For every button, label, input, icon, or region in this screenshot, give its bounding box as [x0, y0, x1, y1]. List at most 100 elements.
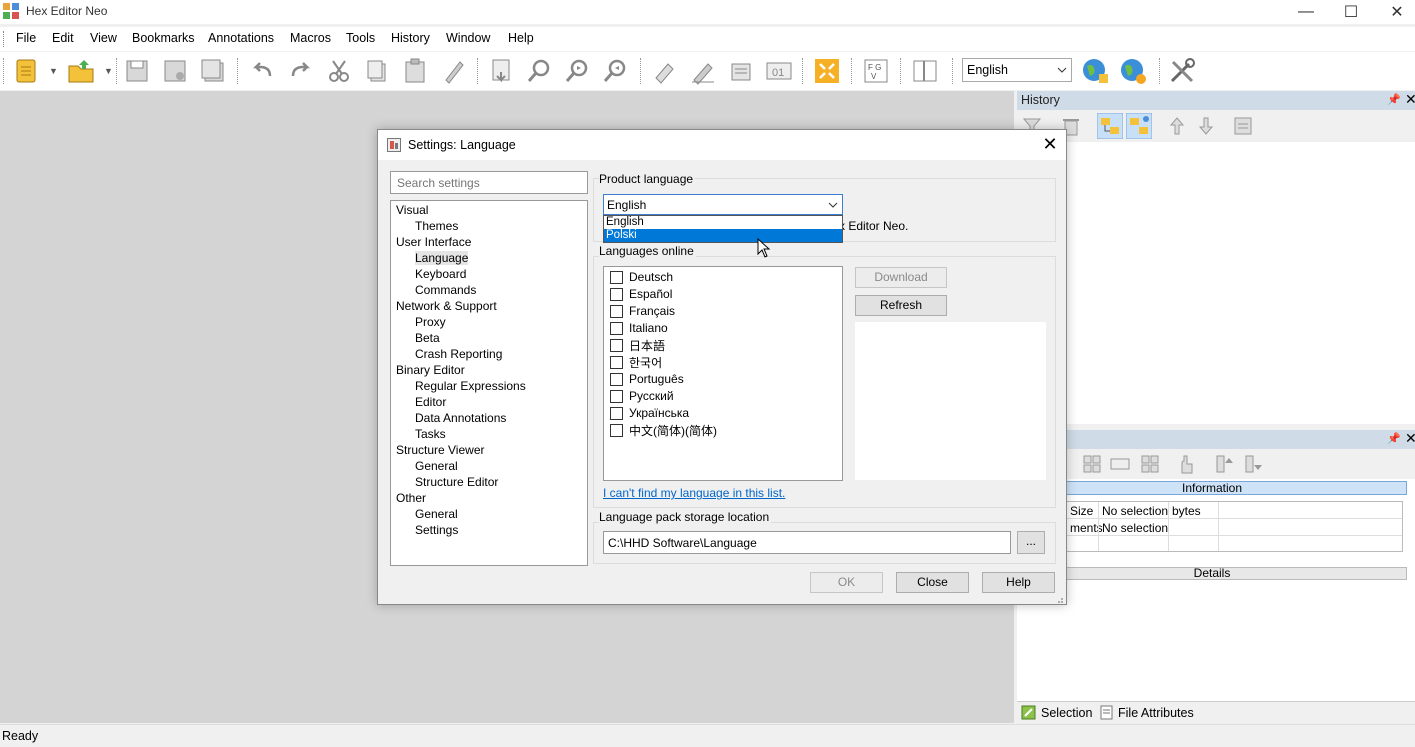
tree-item-visual[interactable]: Visual — [396, 203, 428, 217]
menu-tools[interactable]: Tools — [346, 31, 375, 45]
globe-add-icon[interactable] — [1080, 56, 1110, 86]
language-list-item[interactable]: 日本語 — [610, 337, 665, 353]
globe-download-icon[interactable] — [1118, 56, 1148, 86]
pin-icon[interactable]: 📌 — [1387, 93, 1401, 106]
history-settings-icon[interactable] — [1231, 114, 1255, 138]
language-checkbox[interactable] — [610, 270, 623, 284]
tree-item-structure-editor[interactable]: Structure Editor — [415, 475, 498, 489]
cant-find-language-link[interactable]: I can't find my language in this list. — [603, 486, 785, 500]
minimize-button[interactable]: — — [1283, 0, 1329, 24]
language-list-item[interactable]: Русский — [610, 388, 674, 404]
tree-item-structure-viewer[interactable]: Structure Viewer — [396, 443, 484, 457]
download-button[interactable]: Download — [855, 267, 947, 288]
refresh-button[interactable]: Refresh — [855, 295, 947, 316]
tree-item-user-interface[interactable]: User Interface — [396, 235, 471, 249]
fullscreen-icon[interactable] — [812, 56, 842, 86]
dropdown-option[interactable]: Polski — [604, 229, 842, 242]
tree-item-crash-reporting[interactable]: Crash Reporting — [415, 347, 502, 361]
language-checkbox[interactable] — [610, 355, 623, 369]
find-file-icon[interactable] — [487, 56, 517, 86]
grid-icon[interactable] — [1139, 453, 1161, 475]
new-file-icon[interactable] — [12, 56, 42, 86]
toolbar-language-select[interactable]: English — [962, 58, 1072, 82]
tree-item-language[interactable]: Language — [415, 251, 469, 265]
dropdown-option[interactable]: English — [604, 216, 842, 229]
tab-file-attributes[interactable]: File Attributes — [1118, 706, 1194, 720]
maximize-button[interactable]: ☐ — [1328, 0, 1374, 24]
move-up-icon[interactable] — [1165, 114, 1189, 138]
tree-item-regular-expressions[interactable]: Regular Expressions — [415, 379, 526, 393]
tree-item-proxy[interactable]: Proxy — [415, 315, 446, 329]
tree-item-editor[interactable]: Editor — [415, 395, 446, 409]
menu-window[interactable]: Window — [446, 31, 490, 45]
language-checkbox[interactable] — [610, 338, 623, 352]
goto-icon[interactable] — [650, 56, 680, 86]
branch-add-icon[interactable] — [1126, 113, 1152, 139]
fill-icon[interactable] — [438, 56, 468, 86]
move-down-icon[interactable] — [1243, 453, 1265, 475]
find-previous-icon[interactable] — [601, 56, 631, 86]
cut-icon[interactable] — [324, 56, 354, 86]
language-list-item[interactable]: Українська — [610, 405, 689, 421]
information-header[interactable]: Information — [1017, 481, 1407, 495]
redo-icon[interactable] — [285, 56, 315, 86]
save-icon[interactable] — [122, 56, 152, 86]
paste-icon[interactable] — [400, 56, 430, 86]
menu-history[interactable]: History — [391, 31, 430, 45]
details-header[interactable]: Details — [1017, 567, 1407, 580]
tree-item-keyboard[interactable]: Keyboard — [415, 267, 466, 281]
dialog-close-button[interactable]: ✕ — [1038, 134, 1062, 156]
menu-file[interactable]: File — [16, 31, 36, 45]
language-list-item[interactable]: Deutsch — [610, 269, 673, 285]
chevron-down-icon[interactable]: ▼ — [49, 66, 58, 76]
hand-icon[interactable] — [1175, 453, 1197, 475]
menu-help[interactable]: Help — [508, 31, 534, 45]
move-up-icon[interactable] — [1214, 453, 1236, 475]
branch-icon[interactable] — [1097, 113, 1123, 139]
move-down-icon[interactable] — [1194, 114, 1218, 138]
language-checkbox[interactable] — [610, 423, 623, 437]
tree-item-data-annotations[interactable]: Data Annotations — [415, 411, 506, 425]
split-view-icon[interactable] — [910, 56, 940, 86]
browse-button[interactable]: ... — [1017, 531, 1045, 554]
tree-item-binary-editor[interactable]: Binary Editor — [396, 363, 465, 377]
tab-selection[interactable]: Selection — [1041, 706, 1092, 720]
copy-icon[interactable] — [362, 56, 392, 86]
close-window-button[interactable]: ✕ — [1374, 0, 1415, 24]
language-list-item[interactable]: Français — [610, 303, 675, 319]
tree-item-network-support[interactable]: Network & Support — [396, 299, 497, 313]
settings-tools-icon[interactable] — [1167, 56, 1197, 86]
edit-icon[interactable] — [688, 56, 718, 86]
language-checkbox[interactable] — [610, 321, 623, 335]
tree-item-other[interactable]: Other — [396, 491, 426, 505]
tree-item-commands[interactable]: Commands — [415, 283, 476, 297]
language-list-item[interactable]: Italiano — [610, 320, 668, 336]
menu-view[interactable]: View — [90, 31, 117, 45]
language-checkbox[interactable] — [610, 389, 623, 403]
find-next-icon[interactable] — [563, 56, 593, 86]
close-button[interactable]: Close — [896, 572, 969, 593]
tree-item-tasks[interactable]: Tasks — [415, 427, 446, 441]
resize-grip-icon[interactable] — [1054, 594, 1064, 604]
tree-item-general[interactable]: General — [415, 507, 458, 521]
save-all-icon[interactable] — [198, 56, 228, 86]
language-checkbox[interactable] — [610, 304, 623, 318]
tree-item-beta[interactable]: Beta — [415, 331, 440, 345]
language-list-item[interactable]: 中文(简体)(简体) — [610, 422, 717, 438]
language-checkbox[interactable] — [610, 372, 623, 386]
search-settings-field[interactable] — [390, 171, 588, 194]
language-checkbox[interactable] — [610, 406, 623, 420]
language-list-item[interactable]: Português — [610, 371, 684, 387]
undo-icon[interactable] — [248, 56, 278, 86]
menu-bookmarks[interactable]: Bookmarks — [132, 31, 195, 45]
range-icon[interactable] — [1109, 453, 1131, 475]
open-file-icon[interactable] — [66, 56, 96, 86]
search-icon[interactable] — [525, 56, 555, 86]
ok-button[interactable]: OK — [810, 572, 883, 593]
save-as-icon[interactable] — [160, 56, 190, 86]
chevron-down-icon[interactable]: ▼ — [104, 66, 113, 76]
tree-item-themes[interactable]: Themes — [415, 219, 458, 233]
binary-mode-icon[interactable]: 01 — [764, 56, 794, 86]
close-icon[interactable]: ✕ — [1405, 91, 1415, 108]
menu-macros[interactable]: Macros — [290, 31, 331, 45]
